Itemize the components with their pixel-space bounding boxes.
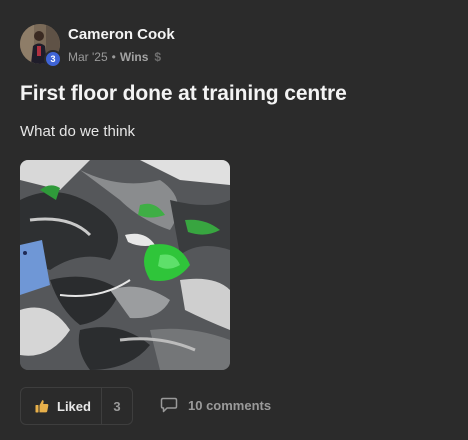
post-category[interactable]: Wins	[120, 50, 149, 64]
post-image[interactable]	[20, 160, 230, 370]
author-name[interactable]: Cameron Cook	[68, 26, 175, 43]
post-date[interactable]: Mar '25	[68, 50, 108, 64]
like-toggle[interactable]: Liked	[21, 388, 102, 424]
like-label: Liked	[57, 398, 91, 414]
like-count[interactable]: 3	[102, 399, 132, 414]
post-meta: Mar '25 • Wins $	[68, 50, 161, 64]
post-title[interactable]: First floor done at training centre	[20, 82, 347, 106]
comments-label: 10 comments	[188, 397, 272, 413]
post-card: 3 Cameron Cook Mar '25 • Wins $ First fl…	[0, 0, 468, 440]
epoxy-floor-photo	[20, 160, 230, 370]
post-body: What do we think	[20, 123, 136, 140]
comments-button[interactable]: 10 comments	[160, 397, 271, 413]
meta-separator: •	[111, 50, 116, 64]
like-button[interactable]: Liked 3	[20, 387, 133, 425]
dollar-icon: $	[154, 50, 162, 64]
comment-bubble-icon	[160, 397, 178, 413]
level-badge: 3	[44, 50, 62, 68]
thumbs-up-icon	[35, 400, 49, 413]
author-avatar-wrapper[interactable]: 3	[20, 24, 62, 68]
